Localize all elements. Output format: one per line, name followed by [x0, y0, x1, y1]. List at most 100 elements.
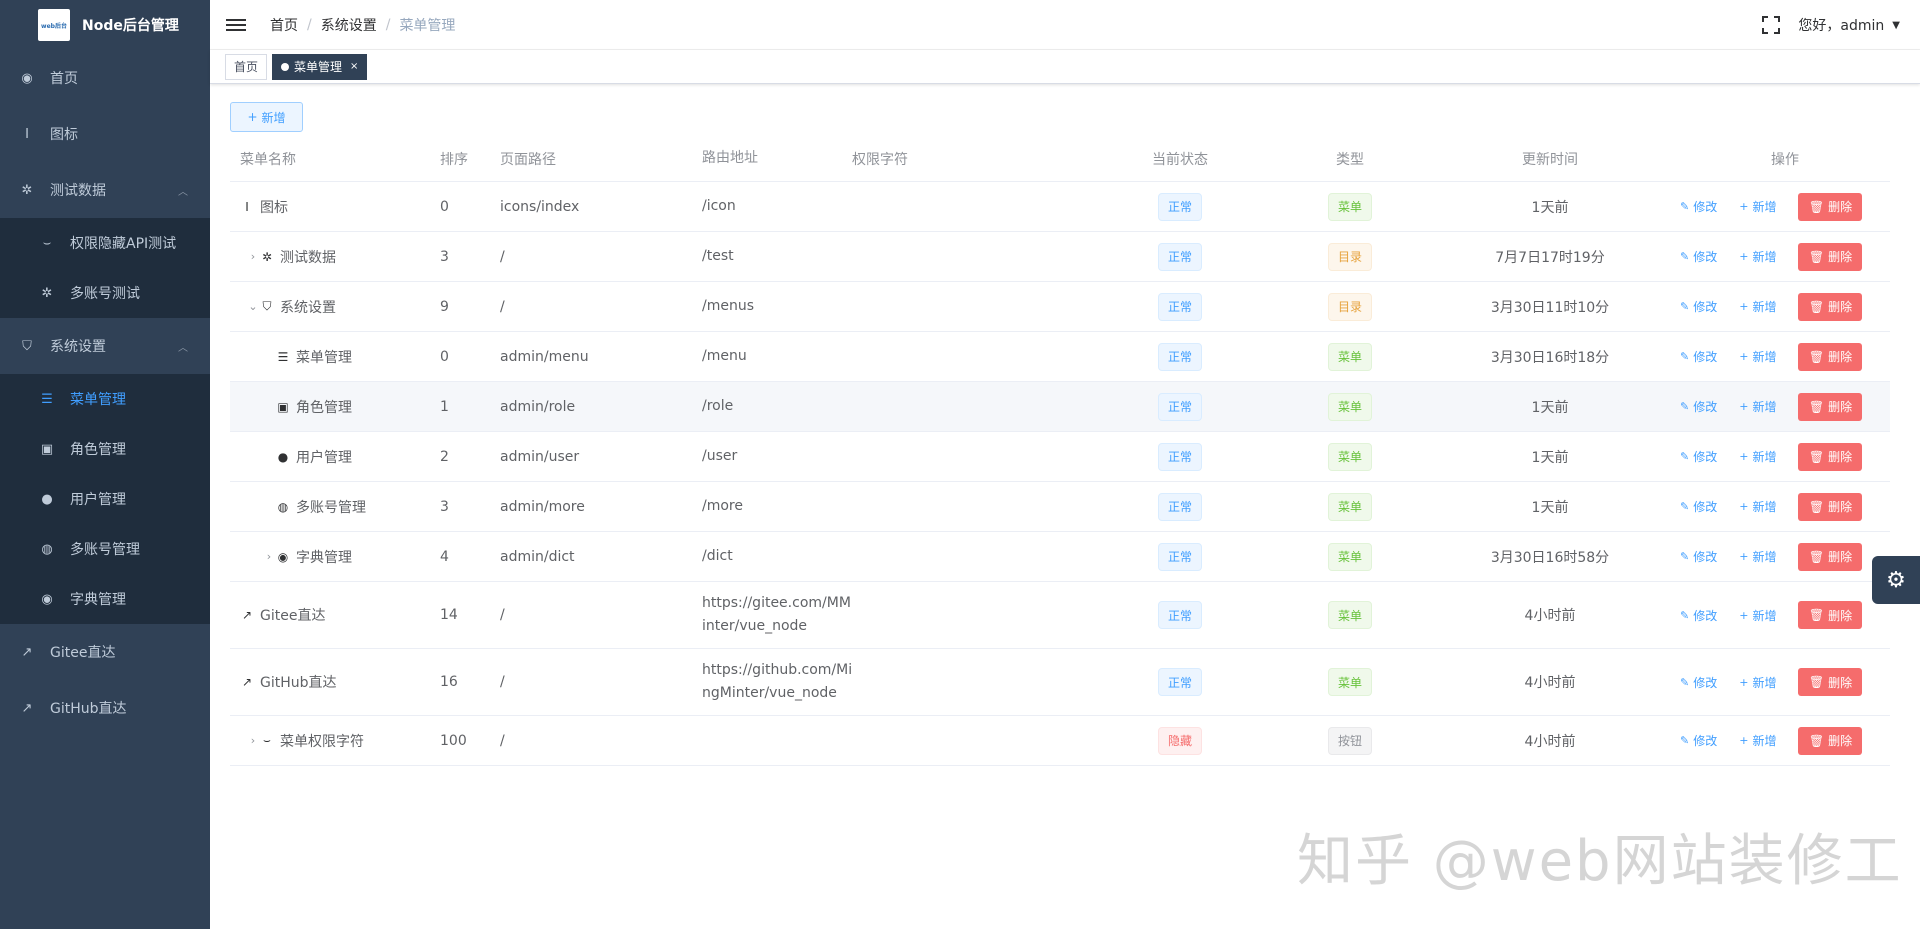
- watermark: 知乎 @web网站装修工: [1297, 829, 1903, 894]
- edit-button[interactable]: ✎ 修改: [1680, 498, 1717, 515]
- menu-type-icon: ⌣: [263, 733, 271, 747]
- chevron-up-icon: ︿: [178, 342, 188, 354]
- tag-home[interactable]: 首页: [225, 53, 268, 80]
- tags-view: 首页 菜单管理 ×: [210, 50, 1920, 84]
- type-badge: 菜单: [1327, 601, 1372, 629]
- fullscreen-icon[interactable]: [1762, 16, 1781, 34]
- delete-button[interactable]: 🗑 删除: [1798, 542, 1863, 571]
- tag-menu-manage[interactable]: 菜单管理 ×: [272, 53, 368, 80]
- sidebar-item-label: 字典管理: [70, 592, 126, 608]
- edit-button[interactable]: ✎ 修改: [1680, 348, 1717, 365]
- edit-button[interactable]: ✎ 修改: [1680, 674, 1717, 691]
- edit-icon: ✎: [1680, 400, 1690, 413]
- add-child-button[interactable]: + 新增: [1739, 348, 1776, 365]
- edit-button[interactable]: ✎ 修改: [1680, 548, 1717, 565]
- plus-icon: +: [1739, 350, 1749, 363]
- sort-value: 4: [440, 548, 449, 565]
- delete-button[interactable]: 🗑 删除: [1798, 292, 1863, 321]
- add-child-button[interactable]: + 新增: [1739, 548, 1776, 565]
- update-time: 4小时前: [1524, 608, 1576, 624]
- sidebar-item-11[interactable]: ↗ Gitee直达: [0, 624, 210, 680]
- sidebar-item-4[interactable]: ✲ 多账号测试: [0, 268, 210, 318]
- component-path: admin/more: [500, 498, 585, 515]
- sidebar-item-5[interactable]: ⛉ 系统设置 ︿: [0, 318, 210, 374]
- col-status: 当前状态: [1152, 151, 1208, 168]
- delete-button[interactable]: 🗑 删除: [1798, 192, 1863, 221]
- status-badge: 正常: [1157, 542, 1202, 571]
- sidebar-item-12[interactable]: ↗ GitHub直达: [0, 680, 210, 736]
- edit-icon: ✎: [1680, 500, 1690, 513]
- delete-button[interactable]: 🗑 删除: [1798, 668, 1863, 696]
- sidebar-item-1[interactable]: I 图标: [0, 106, 210, 162]
- sidebar-item-6[interactable]: ☰ 菜单管理: [0, 374, 210, 424]
- hamburger-icon[interactable]: [226, 16, 246, 34]
- sort-value: 16: [440, 674, 458, 690]
- route-line: /icon: [702, 198, 736, 214]
- sidebar: web后台 Node后台管理 ◉ 首页 I 图标 ✲ 测试数据 ︿ ⌣ 权限隐藏API测试 ✲ 多账…: [0, 0, 210, 929]
- sidebar-item-9[interactable]: ◍ 多账号管理: [0, 524, 210, 574]
- edit-button[interactable]: ✎ 修改: [1680, 298, 1717, 315]
- table-row: I 图标 0 icons/index/icon 正常 菜单 1天前 ✎ 修改 + 新增 🗑 删除: [230, 182, 1890, 232]
- edit-button[interactable]: ✎ 修改: [1680, 607, 1717, 624]
- sidebar-item-label: 首页: [50, 71, 78, 87]
- route-line: /menus: [702, 298, 755, 314]
- caret-down-icon[interactable]: ▼: [1892, 20, 1900, 31]
- sidebar-item-2[interactable]: ✲ 测试数据 ︿: [0, 162, 210, 218]
- add-child-button[interactable]: + 新增: [1739, 732, 1776, 749]
- tree-expand-icon[interactable]: ⌄: [246, 300, 260, 313]
- tree-expand-icon[interactable]: ›: [262, 550, 276, 563]
- id-card-icon: ▣: [40, 441, 54, 457]
- add-child-button[interactable]: + 新增: [1739, 674, 1776, 691]
- breadcrumb-system[interactable]: 系统设置: [321, 15, 377, 35]
- route-line: /dict: [702, 548, 733, 564]
- sidebar-item-8[interactable]: ● 用户管理: [0, 474, 210, 524]
- delete-button[interactable]: 🗑 删除: [1798, 601, 1863, 629]
- tree-expand-icon[interactable]: ›: [246, 734, 260, 747]
- add-child-button[interactable]: + 新增: [1739, 607, 1776, 624]
- delete-button[interactable]: 🗑 删除: [1798, 442, 1863, 471]
- user-greeting[interactable]: 您好，admin: [1798, 15, 1884, 35]
- col-path: 路由地址: [702, 150, 758, 166]
- add-child-button[interactable]: + 新增: [1739, 198, 1776, 215]
- trash-icon: 🗑: [1808, 399, 1825, 414]
- delete-button[interactable]: 🗑 删除: [1798, 492, 1863, 521]
- tree-expand-icon[interactable]: ›: [246, 250, 260, 263]
- users-icon: ◍: [41, 541, 53, 557]
- menu-name: 多账号管理: [296, 499, 366, 516]
- sidebar-item-10[interactable]: ◉ 字典管理: [0, 574, 210, 624]
- delete-button[interactable]: 🗑 删除: [1798, 392, 1863, 421]
- delete-button[interactable]: 🗑 删除: [1798, 726, 1863, 755]
- component-path: /: [500, 674, 505, 690]
- breadcrumb-home[interactable]: 首页: [270, 15, 298, 35]
- delete-button[interactable]: 🗑 删除: [1798, 342, 1863, 371]
- edit-button[interactable]: ✎ 修改: [1680, 198, 1717, 215]
- table-row: ↗ GitHub直达 16 / https://github.com/Mi ngMinte…: [230, 649, 1890, 716]
- sort-value: 1: [440, 398, 449, 415]
- table-row: ↗ Gitee直达 14 / https://gitee.com/MM inter/vue…: [230, 582, 1890, 649]
- edit-button[interactable]: ✎ 修改: [1680, 248, 1717, 265]
- add-child-button[interactable]: + 新增: [1739, 498, 1776, 515]
- component-path: admin/menu: [500, 348, 589, 365]
- sidebar-item-7[interactable]: ▣ 角色管理: [0, 424, 210, 474]
- add-button[interactable]: + 新增: [230, 102, 303, 132]
- sort-value: 0: [440, 348, 449, 365]
- close-icon[interactable]: ×: [350, 61, 358, 72]
- settings-gear-icon[interactable]: ⚙: [1872, 556, 1920, 604]
- add-child-button[interactable]: + 新增: [1739, 248, 1776, 265]
- sidebar-item-3[interactable]: ⌣ 权限隐藏API测试: [0, 218, 210, 268]
- shield-icon: ⛉: [22, 338, 32, 354]
- edit-button[interactable]: ✎ 修改: [1680, 398, 1717, 415]
- delete-button[interactable]: 🗑 删除: [1798, 242, 1863, 271]
- edit-button[interactable]: ✎ 修改: [1680, 448, 1717, 465]
- add-child-button[interactable]: + 新增: [1739, 398, 1776, 415]
- external-link-icon: ↗: [21, 700, 33, 716]
- add-child-button[interactable]: + 新增: [1739, 448, 1776, 465]
- edit-icon: ✎: [1680, 200, 1690, 213]
- sidebar-item-label: 用户管理: [70, 492, 126, 508]
- sidebar-item-0[interactable]: ◉ 首页: [0, 50, 210, 106]
- menu-type-icon: ↗: [241, 675, 253, 689]
- edit-button[interactable]: ✎ 修改: [1680, 732, 1717, 749]
- add-child-button[interactable]: + 新增: [1739, 298, 1776, 315]
- menu-type-icon: ↗: [241, 608, 253, 622]
- menu-name: 字典管理: [296, 549, 352, 566]
